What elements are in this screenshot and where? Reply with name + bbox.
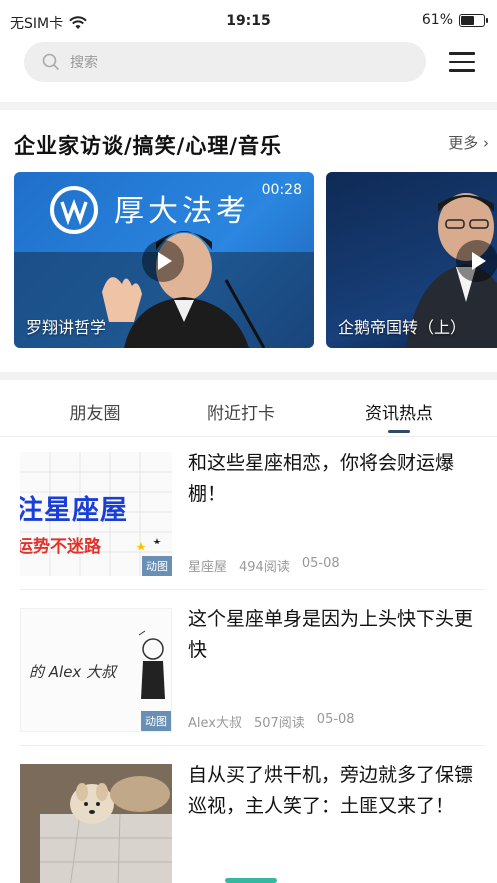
status-bar: 无SIM卡 19:15 61%: [0, 0, 497, 42]
news-reads: 507阅读: [253, 716, 305, 731]
news-meta: Alex大叔 507阅读 05-08: [188, 712, 355, 731]
video-title: 企鹅帝国转（上）: [338, 318, 467, 337]
news-thumbnail: [20, 764, 172, 883]
video-overlay-text: 厚大法考: [114, 194, 250, 229]
search-input[interactable]: 搜索: [24, 42, 426, 82]
search-icon: [42, 53, 60, 71]
news-date: 05-08: [301, 556, 340, 571]
active-tab-indicator: [388, 430, 410, 433]
thumb-subline: 运势不迷路: [20, 537, 101, 557]
news-title: 和这些星座相恋，你将会财运爆棚！: [188, 452, 455, 505]
news-item[interactable]: 自从买了烘干机，旁边就多了保镖巡视，主人笑了：土匪又来了！: [20, 752, 485, 883]
chevron-right-icon: ›: [483, 134, 489, 152]
section-title: 企业家访谈/搞笑/心理/音乐: [14, 134, 283, 158]
video-duration: 00:28: [261, 182, 302, 198]
figure-illustration: [138, 630, 165, 699]
video-card[interactable]: 厚大法考 00:28 罗翔讲哲学: [14, 172, 314, 348]
more-link[interactable]: 更多 ›: [448, 132, 489, 153]
news-date: 05-08: [316, 712, 355, 727]
news-item[interactable]: 的 Alex 大叔 动图 这个星座单身是因为上头快下头更快 Alex大叔 507…: [20, 596, 485, 746]
news-source: Alex大叔: [188, 716, 242, 731]
featured-section: 企业家访谈/搞笑/心理/音乐 更多 › 厚大法考 00:28 罗翔讲哲学 企鹅帝…: [0, 110, 497, 370]
news-title: 这个星座单身是因为上头快下头更快: [188, 608, 474, 661]
divider: [0, 372, 497, 380]
play-icon[interactable]: [142, 240, 184, 282]
video-title: 罗翔讲哲学: [26, 318, 107, 337]
menu-icon[interactable]: [449, 52, 475, 74]
gif-badge: 动图: [141, 711, 171, 731]
status-right: 61%: [421, 12, 488, 28]
more-label: 更多: [448, 134, 479, 152]
news-thumbnail: 的 Alex 大叔 动图: [20, 608, 172, 732]
thumb-headline: 的 Alex 大叔: [29, 663, 117, 681]
video-card[interactable]: 企鹅帝国转（上）: [326, 172, 497, 348]
news-reads: 494阅读: [239, 560, 290, 575]
tab-news[interactable]: 资讯热点: [344, 399, 454, 424]
news-source: 星座屋: [188, 560, 228, 575]
news-item[interactable]: 注星座屋 运势不迷路 动图 和这些星座相恋，你将会财运爆棚！ 星座屋 494阅读…: [20, 440, 485, 590]
news-meta: 星座屋 494阅读 05-08: [188, 556, 340, 575]
tab-friends[interactable]: 朋友圈: [40, 399, 150, 424]
search-row: 搜索: [0, 42, 497, 102]
news-thumbnail: 注星座屋 运势不迷路 动图: [20, 452, 172, 576]
battery-icon: [459, 13, 488, 27]
play-icon[interactable]: [456, 240, 497, 282]
thumb-headline: 注星座屋: [20, 495, 128, 526]
photo-illustration: [20, 764, 172, 883]
battery-fill: [461, 15, 474, 25]
battery-percent: 61%: [421, 12, 453, 28]
gif-badge: 动图: [142, 556, 172, 576]
home-indicator: [225, 878, 277, 883]
divider: [0, 102, 497, 110]
news-title: 自从买了烘干机，旁边就多了保镖巡视，主人笑了：土匪又来了！: [188, 764, 474, 817]
tab-bar: 朋友圈 附近打卡 资讯热点: [0, 387, 497, 437]
search-placeholder: 搜索: [70, 55, 98, 71]
tab-nearby[interactable]: 附近打卡: [186, 399, 296, 424]
